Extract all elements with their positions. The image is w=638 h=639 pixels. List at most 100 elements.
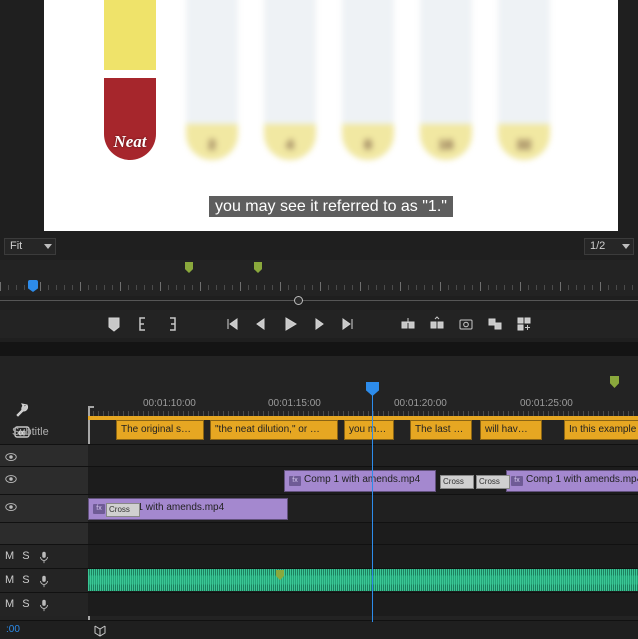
mute-button[interactable]: M [5, 574, 14, 586]
solo-button[interactable]: S [22, 574, 29, 586]
subtitle-clip[interactable]: will hav… [480, 420, 542, 440]
ruler-tick [232, 285, 233, 290]
audio-waveform[interactable] [88, 569, 638, 591]
subtitle-clip[interactable]: you m… [344, 420, 394, 440]
eye-icon[interactable] [4, 472, 18, 486]
ruler-tick [384, 285, 385, 290]
subtitle-clip[interactable]: The original s… [116, 420, 204, 440]
ruler-tick [456, 285, 457, 290]
track-lane-v3[interactable] [88, 444, 638, 466]
track-header-v1[interactable] [0, 494, 88, 522]
track-header-a2[interactable]: M S [0, 568, 88, 592]
ruler-tick [584, 285, 585, 290]
timeline-footer: :00 [0, 620, 638, 638]
proxy-toggle-icon[interactable] [487, 316, 503, 332]
ruler-tick [304, 285, 305, 290]
mic-icon[interactable] [37, 550, 51, 564]
subtitle-clip[interactable]: The last … [410, 420, 472, 440]
video-clip[interactable]: fxComp 1 with amends.mp4 [506, 470, 638, 492]
ruler-tick [496, 285, 497, 290]
video-clip[interactable]: fxComp 1 with amends.mp4 [284, 470, 436, 492]
step-back-icon[interactable] [253, 316, 269, 332]
ruler-tick [208, 285, 209, 290]
monitor-marker-strip[interactable] [0, 260, 638, 274]
marker-icon[interactable] [106, 316, 122, 332]
ruler-tick [72, 285, 73, 290]
sequence-marker[interactable] [254, 262, 262, 273]
solo-button[interactable]: S [22, 598, 29, 610]
track-header-a3[interactable]: M S [0, 592, 88, 616]
ruler-tick [352, 285, 353, 290]
sequence-marker[interactable] [610, 376, 619, 388]
sequence-marker[interactable] [185, 262, 193, 273]
subtitle-clip[interactable]: "the neat dilution," or … [210, 420, 338, 440]
test-tube: Neat [104, 0, 156, 160]
track-header-a1[interactable]: M S [0, 544, 88, 568]
ruler-tick [248, 285, 249, 290]
timeline-panel: cc Subtitle 00:01:10:0000:01:15:0000:01:… [0, 356, 638, 638]
track-lane-a1[interactable] [88, 544, 638, 568]
tube-label: 16 [420, 137, 472, 152]
track-header-v2[interactable] [0, 466, 88, 494]
timeline-ruler[interactable]: 00:01:10:0000:01:15:0000:01:20:0000:01:2… [88, 376, 638, 416]
out-bracket-icon[interactable] [164, 316, 180, 332]
wrench-icon[interactable] [14, 402, 30, 418]
mic-icon[interactable] [37, 574, 51, 588]
mute-button[interactable]: M [5, 550, 14, 562]
ruler-tick [312, 285, 313, 290]
solo-button[interactable]: S [22, 550, 29, 562]
extract-icon[interactable] [429, 316, 445, 332]
ruler-tick [184, 285, 185, 290]
track-header-v3[interactable] [0, 444, 88, 466]
snap-icon[interactable] [92, 623, 108, 639]
track-lane-v1[interactable]: fxComp 1 with amends.mp4Cross [88, 494, 638, 522]
ruler-tick [272, 285, 273, 290]
in-bracket-icon[interactable] [135, 316, 151, 332]
scrub-handle[interactable] [294, 296, 303, 305]
track-lane-a3[interactable] [88, 592, 638, 616]
ruler-tick [200, 282, 201, 291]
program-video[interactable]: Neat2481632 you may see it referred to a… [44, 0, 618, 231]
play-icon[interactable] [282, 316, 298, 332]
footer-timecode[interactable]: :00 [6, 624, 20, 635]
panel-divider[interactable] [0, 342, 638, 356]
mic-icon[interactable] [37, 598, 51, 612]
test-tube: 16 [420, 0, 472, 160]
ruler-tick [512, 285, 513, 290]
ruler-tick [80, 282, 81, 291]
tube-label: 32 [498, 137, 550, 152]
timeline-playhead[interactable] [372, 382, 373, 622]
test-tube: 32 [498, 0, 550, 160]
ruler-tick [160, 282, 161, 291]
ruler-tick [504, 285, 505, 290]
mini-playhead[interactable] [28, 280, 38, 292]
track-lane-gap [88, 522, 638, 544]
step-fwd-icon[interactable] [311, 316, 327, 332]
ruler-timecode: 00:01:20:00 [394, 398, 447, 409]
ruler-tick [608, 285, 609, 290]
transport-bar [0, 310, 638, 338]
eye-icon[interactable] [4, 500, 18, 514]
transition-clip[interactable]: Cross [476, 475, 510, 489]
mute-button[interactable]: M [5, 598, 14, 610]
lift-icon[interactable] [400, 316, 416, 332]
button-editor-icon[interactable] [516, 316, 532, 332]
goto-in-icon[interactable] [224, 316, 240, 332]
transition-clip[interactable]: Cross [440, 475, 474, 489]
export-frame-icon[interactable] [458, 316, 474, 332]
ruler-tick [104, 285, 105, 290]
subtitle-clip[interactable]: In this example [564, 420, 638, 440]
playback-resolution-select[interactable]: 1/2 [584, 238, 634, 255]
ruler-tick [296, 285, 297, 290]
track-lane-v2[interactable]: fxComp 1 with amends.mp4 fxComp 1 with am… [88, 466, 638, 494]
monitor-time-ruler[interactable] [0, 274, 638, 296]
ruler-tick [432, 285, 433, 290]
ruler-tick [408, 285, 409, 290]
eye-icon[interactable] [4, 450, 18, 464]
subtitle-overlay: you may see it referred to as "1." [44, 198, 618, 216]
transition-clip[interactable]: Cross [106, 503, 140, 517]
subtitle-track-label: Subtitle [12, 426, 49, 438]
goto-out-icon[interactable] [340, 316, 356, 332]
zoom-fit-select[interactable]: Fit [4, 238, 56, 255]
track-lane-a2[interactable] [88, 568, 638, 592]
